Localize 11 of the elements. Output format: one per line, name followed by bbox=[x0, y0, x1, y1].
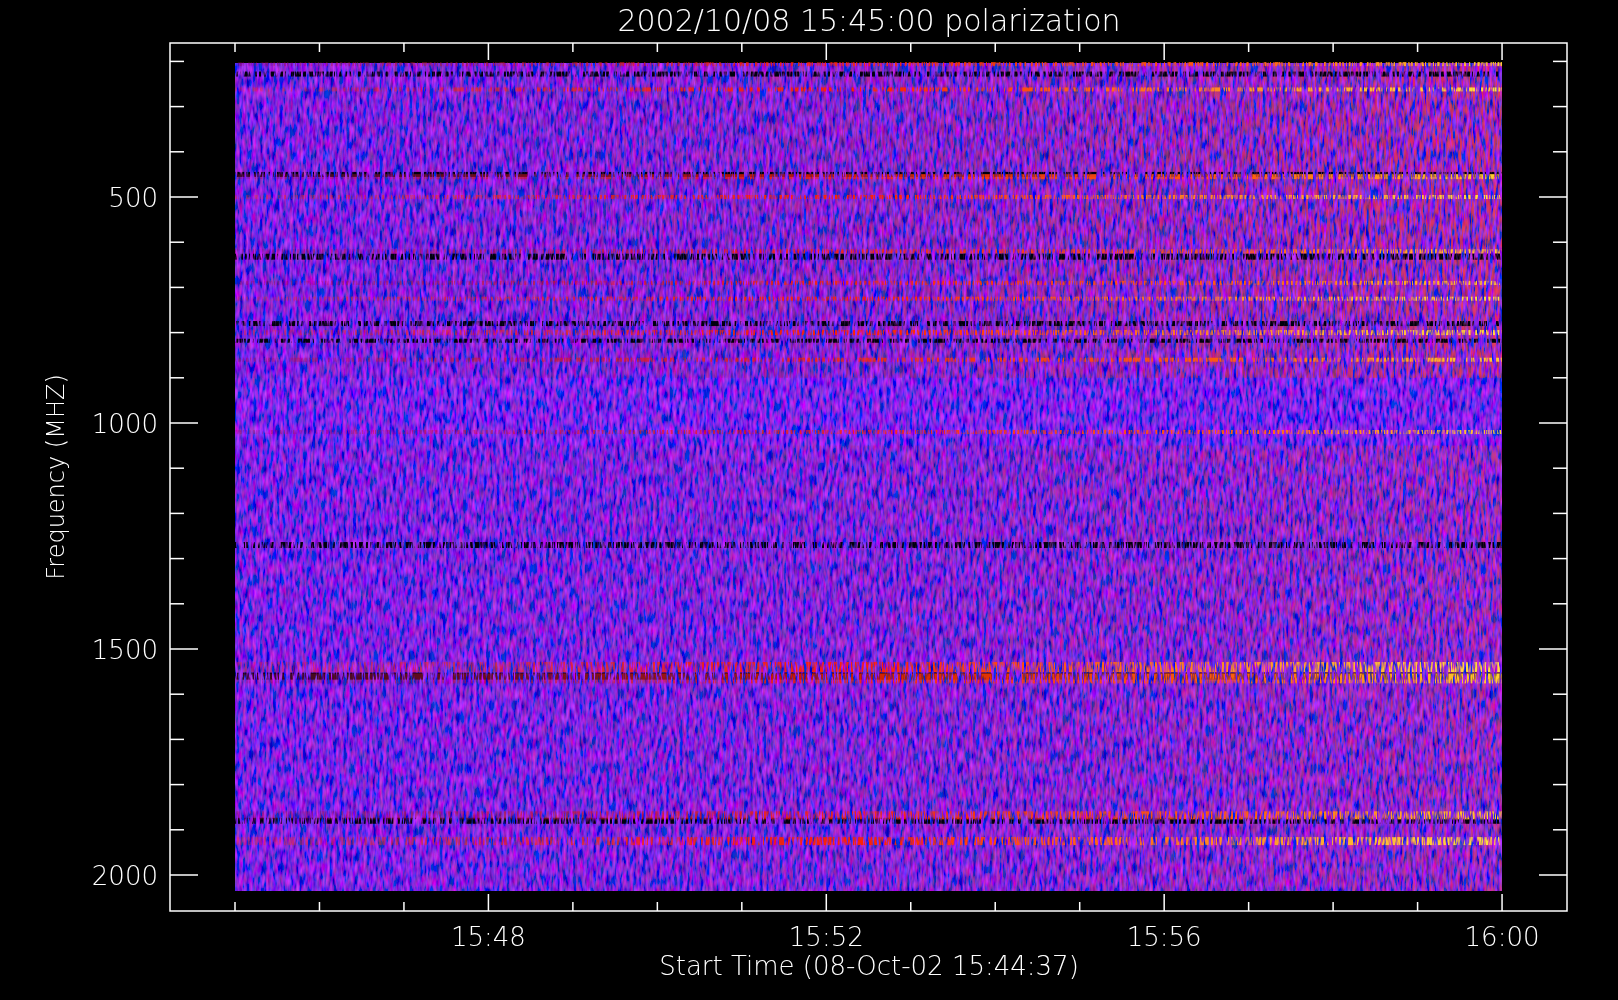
x-tick-label: 15:56 bbox=[1126, 922, 1202, 952]
x-tick-label: 15:52 bbox=[788, 922, 864, 952]
y-axis-label: Frequency (MHZ) bbox=[42, 374, 70, 580]
x-tick-label: 16:00 bbox=[1464, 922, 1540, 952]
x-axis-label: Start Time (08-Oct-02 15:44:37) bbox=[659, 951, 1079, 981]
y-tick-label: 1500 bbox=[91, 635, 158, 665]
y-tick-label: 1000 bbox=[91, 409, 158, 439]
y-tick-label: 500 bbox=[108, 183, 158, 213]
x-tick-label: 15:48 bbox=[450, 922, 526, 952]
y-tick-label: 2000 bbox=[91, 861, 158, 891]
plot-title: 2002/10/08 15:45:00 polarization bbox=[617, 3, 1121, 38]
